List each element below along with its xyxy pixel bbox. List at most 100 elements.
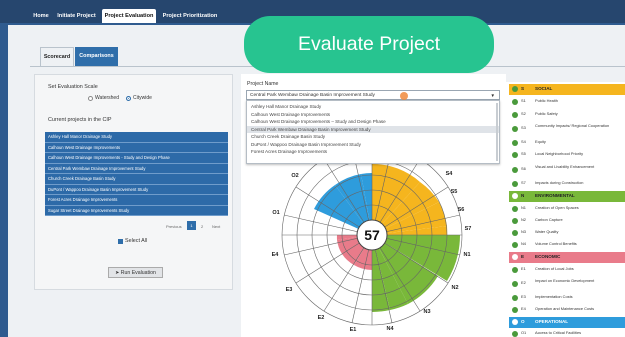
- criterion-name: Impact on Economic Development: [535, 278, 595, 283]
- toggle-icon: [512, 218, 518, 224]
- criterion-row[interactable]: S7 Impacts during Construction: [509, 179, 625, 190]
- wedge-label: E2: [318, 315, 325, 321]
- toggle-icon: [512, 254, 518, 260]
- wedge-label: E4: [272, 252, 280, 258]
- criterion-row[interactable]: N4 Volume Control Benefits: [509, 240, 625, 251]
- dropdown-scrollbar[interactable]: [496, 103, 498, 161]
- wedge-label: N4: [386, 326, 394, 332]
- wedge-label: S7: [465, 226, 472, 232]
- dropdown-item[interactable]: Calhoun West Drainage Improvements: [247, 111, 499, 119]
- toggle-icon: [512, 295, 518, 301]
- criterion-name: Operation and Maintenance Costs: [535, 306, 595, 311]
- criterion-row[interactable]: N3 Water Quality: [509, 228, 625, 239]
- criterion-code: E2: [521, 280, 526, 285]
- criterion-row[interactable]: E3 Implementation Costs: [509, 293, 625, 304]
- pager-previous[interactable]: Previous: [166, 224, 182, 229]
- criterion-row[interactable]: S1 Public Health: [509, 97, 625, 108]
- criterion-row[interactable]: N2 Carbon Capture: [509, 216, 625, 227]
- dropdown-item[interactable]: Forest Acres Drainage Improvements: [247, 148, 499, 156]
- category-name: SOCIAL: [535, 86, 553, 91]
- project-list-item[interactable]: Calhoun West Drainage Improvements - Stu…: [45, 153, 228, 164]
- pager-next[interactable]: Next: [212, 224, 220, 229]
- tab-home[interactable]: Home: [31, 9, 51, 23]
- project-name-value: Central Park Wembaw Drainage Basin Impro…: [250, 93, 375, 98]
- project-list-item[interactable]: Central Park Wembaw Drainage Improvement…: [45, 163, 228, 174]
- project-name-select[interactable]: Central Park Wembaw Drainage Basin Impro…: [246, 90, 500, 100]
- criterion-row[interactable]: N1 Creation of Open Spaces: [509, 204, 625, 215]
- criterion-name: Creation of Open Spaces: [535, 205, 579, 210]
- toggle-icon: [512, 181, 518, 187]
- tab-scorecard[interactable]: Scorecard: [40, 47, 74, 66]
- criterion-row[interactable]: S5 Local Neighborhood Priority: [509, 150, 625, 161]
- project-dropdown-list: Ashley Hall Manor Drainage Study Calhoun…: [246, 100, 500, 164]
- watershed-radio-label: Watershed: [95, 95, 119, 101]
- criterion-row[interactable]: E1 Creation of Local Jobs: [509, 265, 625, 276]
- criterion-code: E3: [521, 294, 526, 299]
- paper-plane-icon: ➤: [115, 270, 120, 276]
- select-all-checkbox[interactable]: [118, 239, 123, 244]
- category-economic[interactable]: E ECONOMIC: [509, 252, 625, 263]
- criterion-row[interactable]: S2 Public Safety: [509, 110, 625, 121]
- category-code: N: [521, 193, 525, 198]
- criterion-row[interactable]: E4 Operation and Maintenance Costs: [509, 305, 625, 316]
- criterion-code: N3: [521, 229, 526, 234]
- pager-page-1[interactable]: 1: [187, 221, 196, 230]
- category-name: ECONOMIC: [535, 254, 561, 259]
- toggle-icon: [512, 331, 518, 337]
- project-list-item[interactable]: Calhoun West Drainage Improvements: [45, 142, 228, 153]
- project-list-item[interactable]: Forest Acres Drainage Improvements: [45, 195, 228, 206]
- criterion-row[interactable]: E2 Impact on Economic Development: [509, 277, 625, 288]
- criterion-name: Visual and Livability Enhancement: [535, 164, 595, 169]
- toggle-icon: [512, 126, 518, 132]
- run-evaluation-button[interactable]: ➤ Run Evaluation: [108, 267, 163, 278]
- toggle-icon: [512, 281, 518, 287]
- wedge-label: S5: [451, 189, 458, 195]
- category-name: OPERATIONAL: [535, 319, 569, 324]
- tab-initiate-project[interactable]: Initiate Project: [54, 9, 99, 23]
- criterion-code: E4: [521, 306, 526, 311]
- dropdown-item-selected[interactable]: Central Park Wembaw Drainage Basin Impro…: [247, 125, 499, 133]
- criterion-code: E1: [521, 266, 526, 271]
- criterion-code: S3: [521, 125, 526, 130]
- project-list: Ashley Hall Manor Drainage Study Calhoun…: [45, 132, 228, 216]
- wedge-label: N1: [463, 252, 470, 258]
- dropdown-item[interactable]: Ashley Hall Manor Drainage Study: [247, 103, 499, 111]
- tab-project-evaluation[interactable]: Project Evaluation: [102, 9, 156, 23]
- criterion-row[interactable]: S3 Community Impacts/ Regional Cooperatio…: [509, 122, 625, 133]
- toggle-icon: [512, 319, 518, 325]
- category-social[interactable]: S SOCIAL: [509, 84, 625, 95]
- criterion-row[interactable]: O1 Access to Critical Facilities: [509, 329, 625, 337]
- toggle-icon: [512, 193, 518, 199]
- toggle-icon: [512, 230, 518, 236]
- criterion-row[interactable]: S4 Equity: [509, 138, 625, 149]
- dropdown-item[interactable]: DuPont / Wappoo Drainage Basin Improveme…: [247, 141, 499, 149]
- wedge-label: O2: [291, 173, 298, 179]
- criterion-name: Implementation Costs: [535, 294, 573, 299]
- wedge-label: E1: [350, 327, 357, 333]
- project-list-item[interactable]: Sugar Street Drainage Improvements Study: [45, 205, 228, 216]
- run-evaluation-label: Run Evaluation: [120, 270, 156, 276]
- toggle-icon: [512, 267, 518, 273]
- tab-comparisons[interactable]: Comparisons: [75, 47, 118, 66]
- dropdown-item[interactable]: Church Creek Drainage Basin Study: [247, 133, 499, 141]
- project-list-item[interactable]: DuPont / Wappoo Drainage Basin Improveme…: [45, 184, 228, 195]
- category-operational[interactable]: O OPERATIONAL: [509, 317, 625, 328]
- project-list-item[interactable]: Ashley Hall Manor Drainage Study: [45, 132, 228, 143]
- criterion-code: S6: [521, 166, 526, 171]
- citywide-radio[interactable]: [126, 96, 131, 101]
- dropdown-item[interactable]: Calhoun West Drainage Improvements – Stu…: [247, 118, 499, 126]
- score-wheel: 57 O2 O1 E4 E3 E2 E1 N4 N3 N2 N1 S7 S6 S…: [272, 144, 472, 333]
- criterion-code: O1: [521, 330, 527, 335]
- watershed-radio[interactable]: [88, 96, 93, 101]
- wedge-label: N2: [451, 285, 458, 291]
- tab-project-prioritization[interactable]: Project Prioritization: [159, 9, 221, 23]
- criterion-name: Volume Control Benefits: [535, 241, 577, 246]
- criterion-name: Creation of Local Jobs: [535, 266, 574, 271]
- project-list-item[interactable]: Church Creek Drainage Basin Study: [45, 174, 228, 185]
- criterion-code: S1: [521, 98, 526, 103]
- projects-heading: Current projects in the CIP: [48, 117, 112, 123]
- category-environmental[interactable]: N ENVIRONMENTAL: [509, 191, 625, 202]
- pager-page-2[interactable]: 2: [201, 224, 203, 229]
- wedge-label: E3: [286, 287, 293, 293]
- criterion-row[interactable]: S6 Visual and Livability Enhancement: [509, 163, 625, 174]
